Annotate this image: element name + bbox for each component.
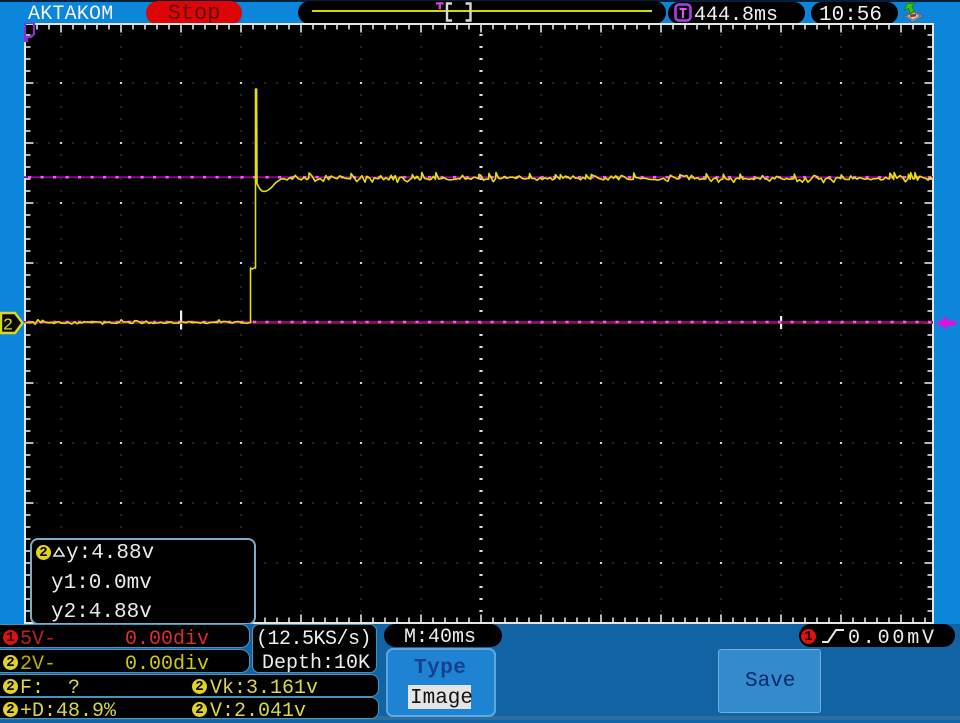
svg-text:2: 2 xyxy=(3,317,13,336)
